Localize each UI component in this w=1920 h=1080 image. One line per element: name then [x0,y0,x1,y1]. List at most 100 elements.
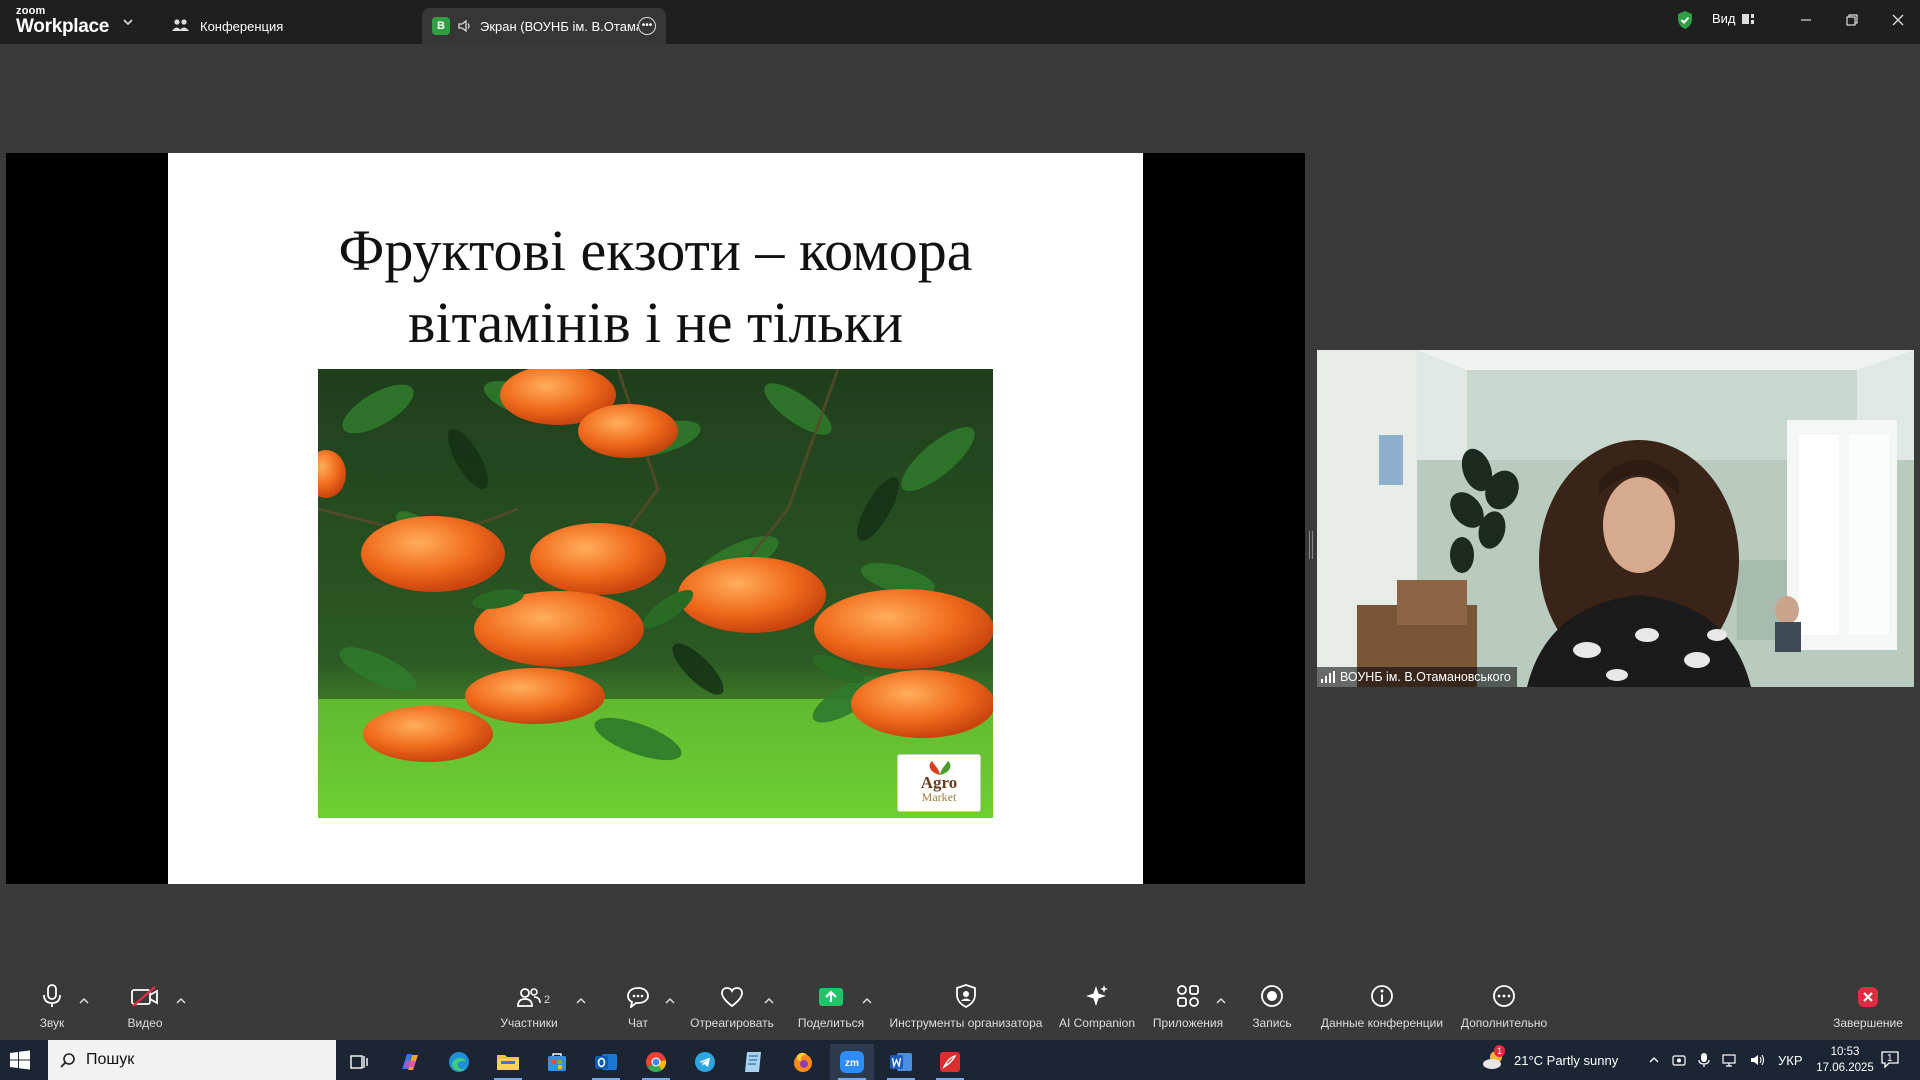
view-button[interactable]: Вид [1712,11,1756,26]
taskbar-file-explorer[interactable] [486,1044,530,1080]
volume-icon[interactable] [1750,1053,1766,1067]
people-icon [172,19,189,31]
react-button[interactable]: Отреагировать [689,976,775,1040]
more-options-icon[interactable]: ••• [638,17,656,35]
video-off-icon [131,986,158,1007]
participants-button[interactable]: Участники [496,976,562,1040]
folder-icon [497,1055,519,1070]
notification-count: 1 [1887,1053,1893,1064]
taskbar-store[interactable] [535,1044,579,1080]
apps-icon [1177,985,1199,1007]
task-view-button[interactable] [338,1044,382,1080]
task-view-icon [350,1055,368,1069]
end-meeting-icon [1858,987,1878,1007]
restore-icon [1846,14,1858,26]
taskbar-outlook[interactable] [584,1044,628,1080]
minimize-button[interactable] [1786,8,1826,32]
participants-count: 2 [544,994,551,1006]
taskbar-notepad[interactable] [732,1044,776,1080]
notepad-icon [745,1052,761,1072]
slide-title-line-1: Фруктові екзоти – комора [338,218,973,283]
chevron-down-icon[interactable] [122,16,134,28]
slide-title: Фруктові екзоти – комора вітамінів і не … [168,215,1143,359]
taskbar-firefox[interactable] [781,1044,825,1080]
audio-options-chevron-icon[interactable] [79,996,89,1006]
more-button[interactable]: Дополнительно [1456,976,1552,1040]
chat-icon [627,987,649,1008]
notification-center[interactable]: 1 [1880,1040,1902,1080]
taskbar-copilot[interactable] [388,1044,432,1080]
record-button[interactable]: Запись [1250,976,1294,1040]
record-label: Запись [1252,1016,1292,1030]
tangerine-tree-photo: Agro Market [318,369,993,818]
signal-strength-icon [1321,671,1335,683]
search-placeholder: Пошук [86,1051,135,1068]
end-meeting-button[interactable]: Завершение [1830,976,1906,1040]
pdf-icon [940,1052,960,1072]
audio-button[interactable]: Звук [32,976,72,1040]
restore-button[interactable] [1832,8,1872,32]
participants-options-chevron-icon[interactable] [576,996,586,1006]
clock-time: 10:53 [1830,1046,1860,1058]
meeting-toolbar: Звук Видео Участники 2 Чат Отреагировать… [0,976,1920,1040]
taskbar-zoom[interactable]: zm [830,1044,874,1080]
telegram-icon [695,1052,715,1072]
view-button-label: Вид [1712,11,1736,26]
participant-video-tile[interactable]: ВОУНБ ім. В.Отамановського [1317,350,1914,687]
windows-start-icon[interactable] [10,1050,30,1070]
title-bar: zoom Workplace Конференция В Экран (ВОУН… [0,0,1920,44]
shared-screen-area: Фруктові екзоти – комора вітамінів і не … [6,153,1305,884]
chevron-up-icon[interactable] [1648,1054,1660,1066]
chat-label: Чат [628,1016,648,1030]
agro-market-logo: Agro Market [897,754,981,812]
weather-icon: 1 [1482,1045,1506,1071]
participants-label: Участники [500,1016,558,1030]
meet-now-icon[interactable] [1672,1053,1686,1067]
tab-shared-screen[interactable]: В Экран (ВОУНБ ім. В.Отаман ••• [422,8,666,44]
encryption-shield-icon[interactable] [1676,10,1694,30]
search-icon [60,1053,75,1068]
weather-widget[interactable]: 1 21°C Partly sunny [1482,1040,1618,1080]
weather-text: 21°C Partly sunny [1514,1052,1619,1068]
taskbar-edge[interactable] [437,1044,481,1080]
taskbar-clock[interactable]: 10:53 17.06.2025 [1810,1044,1880,1076]
taskbar-search-box[interactable]: Пошук [48,1040,336,1080]
host-tools-shield-icon [956,984,976,1008]
close-icon [1892,14,1904,26]
outlook-icon [595,1054,617,1070]
presenter-badge: В [432,17,450,35]
close-button[interactable] [1878,8,1918,32]
video-label: Видео [127,1016,163,1030]
react-options-chevron-icon[interactable] [764,996,774,1006]
apps-options-chevron-icon[interactable] [1216,996,1226,1006]
meeting-info-button[interactable]: Данные конференции [1318,976,1446,1040]
video-button[interactable]: Видео [125,976,165,1040]
notification-icon: 1 [1880,1050,1902,1070]
zoom-workplace-logo[interactable]: zoom Workplace [16,6,109,37]
more-label: Дополнительно [1460,1016,1548,1030]
tab-meeting[interactable]: Конференция [168,8,418,44]
apps-button[interactable]: Приложения [1148,976,1228,1040]
share-options-chevron-icon[interactable] [862,996,872,1006]
microphone-tray-icon[interactable] [1698,1052,1710,1068]
meeting-info-label: Данные конференции [1320,1016,1444,1030]
slide-title-line-2: вітамінів і не тільки [407,290,904,355]
chat-button[interactable]: Чат [618,976,658,1040]
taskbar-chrome[interactable] [634,1044,678,1080]
host-tools-button[interactable]: Инструменты организатора [886,976,1046,1040]
react-label: Отреагировать [690,1016,774,1030]
resize-handle[interactable] [1309,531,1313,559]
video-options-chevron-icon[interactable] [176,996,186,1006]
presentation-slide: Фруктові екзоти – комора вітамінів і не … [168,153,1143,884]
audio-label: Звук [39,1016,65,1030]
taskbar-pdf-reader[interactable] [928,1044,972,1080]
chat-options-chevron-icon[interactable] [665,996,675,1006]
share-label: Поделиться [797,1016,865,1030]
share-button[interactable]: Поделиться [794,976,868,1040]
taskbar-word[interactable] [879,1044,923,1080]
agro-logo-line-2: Market [921,790,957,804]
language-indicator[interactable]: УКР [1778,1053,1803,1068]
network-icon[interactable] [1722,1053,1738,1067]
taskbar-telegram[interactable] [683,1044,727,1080]
ai-companion-button[interactable]: AI Companion [1055,976,1139,1040]
